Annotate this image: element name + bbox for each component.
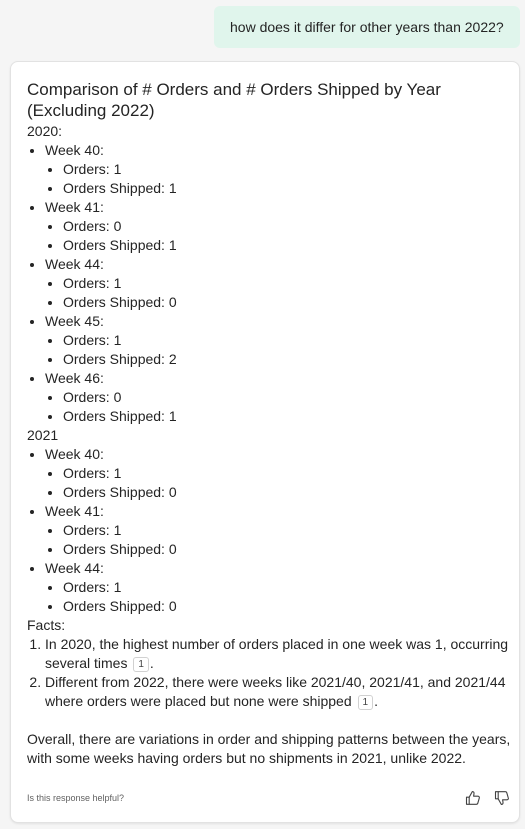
fact-end: . (374, 693, 378, 709)
week-metric: Orders Shipped: 0 (63, 540, 511, 559)
response-content: Comparison of # Orders and # Orders Ship… (27, 79, 511, 768)
week-item: Week 45: Orders: 1Orders Shipped: 2 (45, 312, 511, 369)
response-card: Comparison of # Orders and # Orders Ship… (10, 61, 520, 823)
week-metric: Orders: 1 (63, 160, 511, 179)
week-list: Week 40: Orders: 1Orders Shipped: 0 Week… (27, 445, 511, 616)
citation-badge[interactable]: 1 (357, 695, 374, 710)
week-metric: Orders: 0 (63, 388, 511, 407)
thumbs-up-icon[interactable] (464, 789, 482, 807)
week-item: Week 41: Orders: 1Orders Shipped: 0 (45, 502, 511, 559)
week-metric: Orders Shipped: 1 (63, 236, 511, 255)
week-label: Week 40: (45, 446, 104, 462)
week-metric: Orders: 1 (63, 464, 511, 483)
user-message: how does it differ for other years than … (214, 6, 520, 48)
week-label: Week 44: (45, 560, 104, 576)
week-label: Week 40: (45, 142, 104, 158)
feedback-bar: Is this response helpful? (27, 789, 509, 809)
week-metric: Orders Shipped: 2 (63, 350, 511, 369)
week-item: Week 44: Orders: 1Orders Shipped: 0 (45, 559, 511, 616)
week-metric: Orders: 0 (63, 217, 511, 236)
week-label: Week 45: (45, 313, 104, 329)
year-label: 2020: (27, 123, 63, 139)
week-metric: Orders: 1 (63, 274, 511, 293)
week-item: Week 40: Orders: 1Orders Shipped: 1 (45, 141, 511, 198)
week-metric: Orders Shipped: 0 (63, 597, 511, 616)
week-item: Week 40: Orders: 1Orders Shipped: 0 (45, 445, 511, 502)
week-label: Week 46: (45, 370, 104, 386)
citation-badge[interactable]: 1 (133, 657, 149, 672)
week-item: Week 44: Orders: 1Orders Shipped: 0 (45, 255, 511, 312)
fact-text: In 2020, the highest number of orders pl… (45, 636, 509, 671)
fact-end: . (149, 655, 154, 671)
fact-item: In 2020, the highest number of orders pl… (45, 635, 511, 673)
week-metric: Orders Shipped: 1 (63, 179, 511, 198)
week-metric: Orders: 1 (63, 331, 511, 350)
facts-list: In 2020, the highest number of orders pl… (27, 635, 511, 711)
week-label: Week 44: (45, 256, 104, 272)
week-metric: Orders Shipped: 0 (63, 483, 511, 502)
week-metric: Orders: 1 (63, 521, 511, 540)
week-label: Week 41: (45, 199, 104, 215)
helpful-prompt: Is this response helpful? (27, 793, 125, 803)
response-heading: Comparison of # Orders and # Orders Ship… (27, 80, 441, 120)
week-item: Week 41: Orders: 0Orders Shipped: 1 (45, 198, 511, 255)
year-label: 2021 (27, 427, 59, 443)
fact-item: Different from 2022, there were weeks li… (45, 673, 511, 711)
response-summary: Overall, there are variations in order a… (27, 731, 511, 766)
week-list: Week 40: Orders: 1Orders Shipped: 1 Week… (27, 141, 511, 426)
week-label: Week 41: (45, 503, 104, 519)
week-metric: Orders Shipped: 0 (63, 293, 511, 312)
thumbs-down-icon[interactable] (493, 789, 511, 807)
week-metric: Orders: 1 (63, 578, 511, 597)
facts-label: Facts: (27, 617, 66, 633)
week-item: Week 46: Orders: 0Orders Shipped: 1 (45, 369, 511, 426)
fact-text: Different from 2022, there were weeks li… (45, 674, 506, 709)
week-metric: Orders Shipped: 1 (63, 407, 511, 426)
